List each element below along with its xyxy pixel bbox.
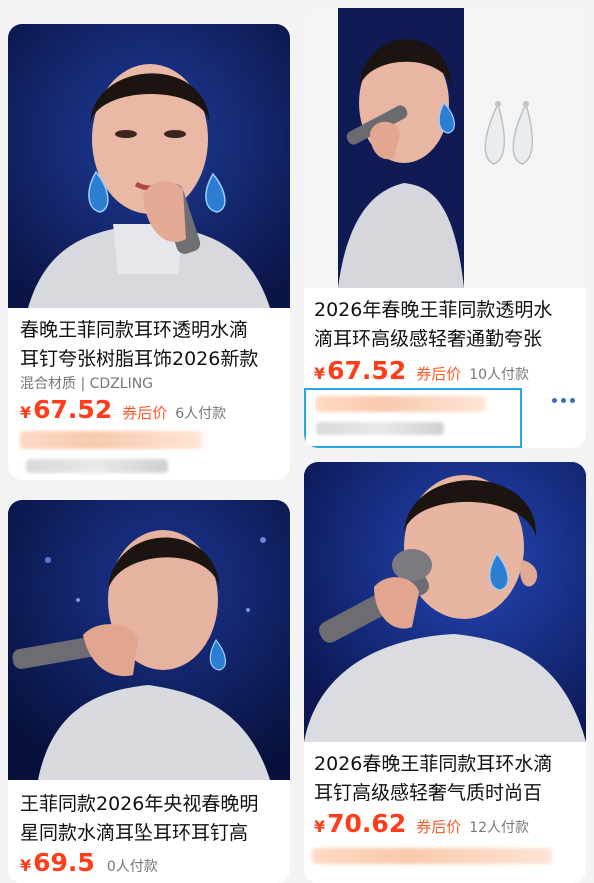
blurred-shop-info bbox=[316, 422, 444, 435]
blurred-shop-info bbox=[316, 396, 486, 412]
currency-symbol: ¥ bbox=[20, 856, 32, 875]
singer-photo-2 bbox=[304, 8, 586, 288]
paid-count: 10人付款 bbox=[469, 367, 530, 383]
coupon-price-label: 券后价 bbox=[416, 818, 462, 836]
currency-symbol: ¥ bbox=[314, 817, 326, 836]
title-line-1: 2026春晚王菲同款耳环水滴 bbox=[314, 753, 553, 775]
price-row-4: ¥ 70.62 券后价 12人付款 bbox=[314, 809, 529, 838]
price-value: 67.52 bbox=[33, 395, 113, 424]
singer-photo-4 bbox=[304, 462, 586, 742]
price-value: 70.62 bbox=[327, 809, 407, 838]
product-image-3[interactable] bbox=[8, 500, 290, 780]
currency-symbol: ¥ bbox=[314, 364, 326, 383]
product-card-1[interactable]: 春晚王菲同款耳环透明水滴 耳钉夸张树脂耳饰2026新款 混合材质 | CDZLI… bbox=[8, 24, 290, 480]
price-value: 67.52 bbox=[327, 356, 407, 385]
product-image-1[interactable] bbox=[8, 24, 290, 308]
coupon-price-label: 券后价 bbox=[416, 365, 462, 383]
paid-count: 0人付款 bbox=[106, 859, 158, 875]
title-line-2: 滴耳环高级感轻奢通勤夸张 bbox=[314, 328, 543, 350]
product-card-4[interactable]: 2026春晚王菲同款耳环水滴 耳钉高级感轻奢气质时尚百 ¥ 70.62 券后价 … bbox=[304, 462, 586, 883]
product-title-1[interactable]: 春晚王菲同款耳环透明水滴 耳钉夸张树脂耳饰2026新款 bbox=[20, 316, 286, 374]
singer-photo-3 bbox=[8, 500, 290, 780]
paid-count: 6人付款 bbox=[175, 406, 227, 422]
title-line-1: 2026年春晚王菲同款透明水 bbox=[314, 299, 553, 321]
blurred-shop-info bbox=[312, 848, 552, 864]
product-image-2[interactable] bbox=[304, 8, 586, 288]
title-line-2: 耳钉夸张树脂耳饰2026新款 bbox=[20, 348, 259, 370]
product-image-4[interactable] bbox=[304, 462, 586, 742]
product-card-3[interactable]: 王菲同款2026年央视春晚明 星同款水滴耳坠耳环耳钉高 ¥ 69.5 0人付款 bbox=[8, 500, 290, 883]
price-row-3: ¥ 69.5 0人付款 bbox=[20, 848, 158, 877]
product-title-4[interactable]: 2026春晚王菲同款耳环水滴 耳钉高级感轻奢气质时尚百 bbox=[314, 750, 582, 808]
title-line-1: 春晚王菲同款耳环透明水滴 bbox=[20, 319, 249, 341]
more-dots-icon[interactable] bbox=[552, 398, 575, 403]
price-row-1: ¥ 67.52 券后价 6人付款 bbox=[20, 395, 226, 424]
title-line-1: 王菲同款2026年央视春晚明 bbox=[20, 793, 259, 815]
price-row-2: ¥ 67.52 券后价 10人付款 bbox=[314, 356, 529, 385]
paid-count: 12人付款 bbox=[469, 820, 530, 836]
title-line-2: 耳钉高级感轻奢气质时尚百 bbox=[314, 782, 543, 804]
product-title-3[interactable]: 王菲同款2026年央视春晚明 星同款水滴耳坠耳环耳钉高 bbox=[20, 790, 286, 848]
product-card-2[interactable]: 2026年春晚王菲同款透明水 滴耳环高级感轻奢通勤夸张 ¥ 67.52 券后价 … bbox=[304, 8, 586, 448]
product-title-2[interactable]: 2026年春晚王菲同款透明水 滴耳环高级感轻奢通勤夸张 bbox=[314, 296, 582, 354]
product-feed: 春晚王菲同款耳环透明水滴 耳钉夸张树脂耳饰2026新款 混合材质 | CDZLI… bbox=[0, 0, 594, 883]
material-tag: 混合材质 | CDZLING bbox=[20, 376, 154, 392]
price-value: 69.5 bbox=[33, 848, 95, 877]
blurred-shop-info bbox=[20, 431, 202, 449]
singer-photo-1 bbox=[8, 24, 290, 308]
blurred-shop-info bbox=[26, 459, 168, 473]
coupon-price-label: 券后价 bbox=[122, 404, 168, 422]
title-line-2: 星同款水滴耳坠耳环耳钉高 bbox=[20, 822, 249, 844]
currency-symbol: ¥ bbox=[20, 403, 32, 422]
